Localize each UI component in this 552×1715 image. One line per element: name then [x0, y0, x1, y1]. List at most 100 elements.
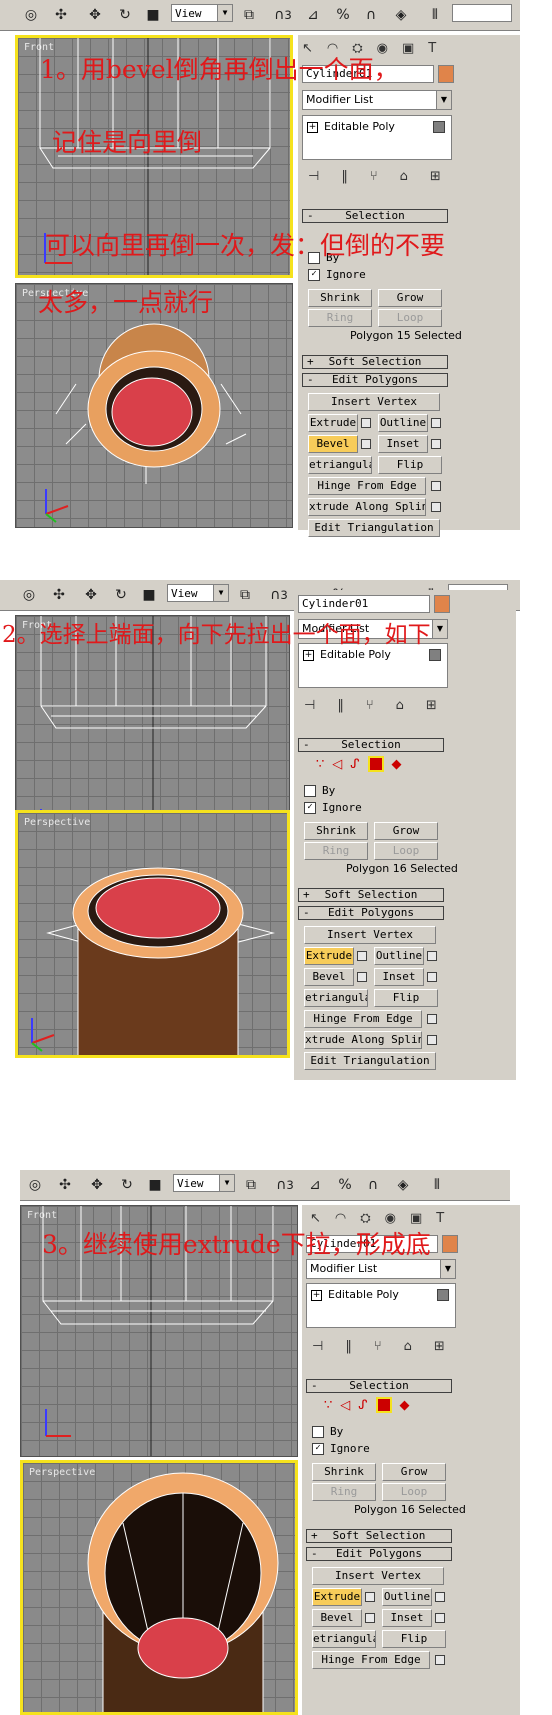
object-name-field[interactable]: Cylinder01: [298, 595, 430, 613]
ring-button[interactable]: Ring: [304, 842, 368, 860]
spinner-snap-icon[interactable]: ∩: [362, 1174, 384, 1196]
select-icon[interactable]: ◎: [18, 584, 40, 606]
selection-rollout-header[interactable]: - Selection: [302, 209, 448, 223]
grow-button[interactable]: Grow: [382, 1463, 446, 1481]
remove-modifier-icon[interactable]: ⌂: [404, 1339, 412, 1354]
inset-button[interactable]: Inset: [382, 1609, 432, 1627]
configure-sets-icon[interactable]: ⊞: [430, 169, 441, 184]
scale-icon[interactable]: ■: [138, 584, 160, 606]
reference-coord-select[interactable]: View ▼: [173, 1174, 235, 1192]
rotate-icon[interactable]: ↻: [110, 584, 132, 606]
remove-modifier-icon[interactable]: ⌂: [396, 698, 404, 713]
named-selection-icon[interactable]: ◈: [392, 1174, 414, 1196]
modify-tab-icon[interactable]: ◠: [335, 1211, 346, 1226]
utilities-tab-icon[interactable]: T: [428, 41, 436, 56]
angle-snap-icon[interactable]: ⊿: [302, 4, 324, 26]
make-unique-icon[interactable]: ⑂: [374, 1339, 382, 1354]
inset-settings-button[interactable]: [431, 439, 441, 449]
vertex-icon[interactable]: ∵: [316, 757, 324, 772]
make-unique-icon[interactable]: ⑂: [370, 169, 378, 184]
pin-stack-icon[interactable]: ⊣: [304, 698, 315, 713]
polygon-icon[interactable]: [375, 1397, 392, 1413]
inset-settings-button[interactable]: [435, 1613, 445, 1623]
spinner-snap-icon[interactable]: ∩: [360, 4, 382, 26]
snap-icon[interactable]: ∩ 3: [272, 4, 294, 26]
loop-button[interactable]: Loop: [378, 309, 442, 327]
element-icon[interactable]: ◆: [392, 757, 402, 772]
pin-stack-icon[interactable]: ⊣: [308, 169, 319, 184]
inset-button[interactable]: Inset: [374, 968, 424, 986]
display-tab-icon[interactable]: ▣: [410, 1211, 422, 1226]
extrude-settings-button[interactable]: [365, 1592, 375, 1602]
ignore-backfacing-checkbox[interactable]: ✓ Ignore: [312, 1442, 370, 1456]
inset-settings-button[interactable]: [427, 972, 437, 982]
hinge-from-edge-button[interactable]: Hinge From Edge: [312, 1651, 430, 1669]
bevel-button[interactable]: Bevel: [312, 1609, 362, 1627]
flip-button[interactable]: Flip: [378, 456, 442, 474]
retriangulate-button[interactable]: etriangulat: [312, 1630, 376, 1648]
shrink-button[interactable]: Shrink: [304, 822, 368, 840]
hinge-settings-button[interactable]: [427, 1014, 437, 1024]
extrude-along-spline-button[interactable]: xtrude Along Spline: [304, 1031, 422, 1049]
outline-button[interactable]: Outline: [382, 1588, 432, 1606]
perspective-viewport[interactable]: Perspective: [15, 283, 293, 528]
perspective-viewport[interactable]: Perspective: [20, 1460, 298, 1715]
named-selection-field[interactable]: [452, 4, 512, 22]
object-color-swatch[interactable]: [442, 1235, 458, 1253]
reference-coord-select[interactable]: View ▼: [167, 584, 229, 602]
loop-button[interactable]: Loop: [382, 1483, 446, 1501]
display-tab-icon[interactable]: ▣: [402, 41, 414, 56]
border-icon[interactable]: ᔑ: [358, 1398, 367, 1413]
link-icon[interactable]: ✣: [54, 1174, 76, 1196]
edit-polygons-rollout-header[interactable]: - Edit Polygons: [302, 373, 448, 387]
insert-vertex-button[interactable]: Insert Vertex: [304, 926, 436, 944]
modifier-stack[interactable]: + Editable Poly: [302, 115, 452, 160]
edit-triangulation-button[interactable]: Edit Triangulation: [304, 1052, 436, 1070]
edit-polygons-rollout-header[interactable]: - Edit Polygons: [306, 1547, 452, 1561]
extrude-spline-settings-button[interactable]: [427, 1035, 437, 1045]
hierarchy-tab-icon[interactable]: ⛭: [360, 1211, 370, 1226]
loop-button[interactable]: Loop: [374, 842, 438, 860]
extrude-spline-settings-button[interactable]: [431, 502, 441, 512]
shrink-button[interactable]: Shrink: [308, 289, 372, 307]
move-icon[interactable]: ✥: [86, 1174, 108, 1196]
soft-selection-rollout-header[interactable]: + Soft Selection: [298, 888, 444, 902]
scale-icon[interactable]: ■: [144, 1174, 166, 1196]
select-icon[interactable]: ◎: [20, 4, 42, 26]
pivot-icon[interactable]: ⧉: [238, 4, 260, 26]
pivot-icon[interactable]: ⧉: [234, 584, 256, 606]
flip-button[interactable]: Flip: [374, 989, 438, 1007]
hinge-from-edge-button[interactable]: Hinge From Edge: [304, 1010, 422, 1028]
stack-item-editable-poly[interactable]: + Editable Poly: [311, 1287, 451, 1303]
create-tab-icon[interactable]: ↖: [310, 1211, 321, 1226]
pin-stack-icon[interactable]: ⊣: [312, 1339, 323, 1354]
insert-vertex-button[interactable]: Insert Vertex: [312, 1567, 444, 1585]
percent-snap-icon[interactable]: %: [332, 4, 354, 26]
utilities-tab-icon[interactable]: T: [436, 1211, 444, 1226]
object-color-swatch[interactable]: [434, 595, 450, 613]
extrude-button[interactable]: Extrude: [308, 414, 358, 432]
grow-button[interactable]: Grow: [374, 822, 438, 840]
bevel-button[interactable]: Bevel: [308, 435, 358, 453]
rotate-icon[interactable]: ↻: [114, 4, 136, 26]
selection-rollout-header[interactable]: - Selection: [298, 738, 444, 752]
soft-selection-rollout-header[interactable]: + Soft Selection: [302, 355, 448, 369]
flip-button[interactable]: Flip: [382, 1630, 446, 1648]
bevel-settings-button[interactable]: [361, 439, 371, 449]
extrude-settings-button[interactable]: [361, 418, 371, 428]
scale-icon[interactable]: ■: [142, 4, 164, 26]
outline-button[interactable]: Outline: [378, 414, 428, 432]
rotate-icon[interactable]: ↻: [116, 1174, 138, 1196]
soft-selection-rollout-header[interactable]: + Soft Selection: [306, 1529, 452, 1543]
hinge-settings-button[interactable]: [435, 1655, 445, 1665]
modifier-list-dropdown[interactable]: Modifier List ▼: [302, 90, 452, 110]
hinge-from-edge-button[interactable]: Hinge From Edge: [308, 477, 426, 495]
configure-sets-icon[interactable]: ⊞: [426, 698, 437, 713]
extrude-button[interactable]: Extrude: [304, 947, 354, 965]
link-icon[interactable]: ✣: [48, 584, 70, 606]
edge-icon[interactable]: ◁: [340, 1398, 350, 1413]
by-vertex-checkbox[interactable]: By: [312, 1425, 343, 1439]
snap-icon[interactable]: ∩ 3: [274, 1174, 296, 1196]
mirror-icon[interactable]: ⫴: [426, 1174, 448, 1196]
remove-modifier-icon[interactable]: ⌂: [400, 169, 408, 184]
